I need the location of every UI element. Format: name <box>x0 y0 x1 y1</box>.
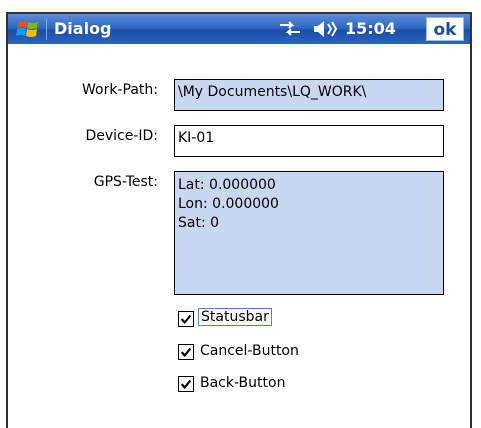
gps-test-field[interactable]: Lat: 0.000000 Lon: 0.000000 Sat: 0 <box>174 171 444 295</box>
check-icon[interactable] <box>178 311 194 327</box>
device-id-label: Device-ID: <box>85 128 158 144</box>
dialog-window: Dialog 15:04 ok Work-Path: \My Documents… <box>6 12 472 428</box>
network-icon[interactable] <box>278 21 302 37</box>
cancel-button-label: Cancel-Button <box>200 343 299 359</box>
back-button-label: Back-Button <box>200 375 286 391</box>
work-path-label: Work-Path: <box>82 82 158 98</box>
windows-start-icon[interactable] <box>16 18 40 40</box>
gps-test-label: GPS-Test: <box>93 174 158 190</box>
volume-icon[interactable] <box>312 20 338 38</box>
check-icon[interactable] <box>178 376 194 392</box>
device-id-field[interactable]: KI-01 <box>174 125 444 157</box>
work-path-field[interactable]: \My Documents\LQ_WORK\ <box>174 79 444 111</box>
clock[interactable]: 15:04 <box>345 19 396 38</box>
title-bar: Dialog 15:04 ok <box>8 14 470 44</box>
statusbar-label: Statusbar <box>198 308 272 326</box>
ok-button[interactable]: ok <box>426 17 464 41</box>
title-separator <box>46 18 47 40</box>
window-title: Dialog <box>54 19 112 38</box>
check-icon[interactable] <box>178 344 194 360</box>
